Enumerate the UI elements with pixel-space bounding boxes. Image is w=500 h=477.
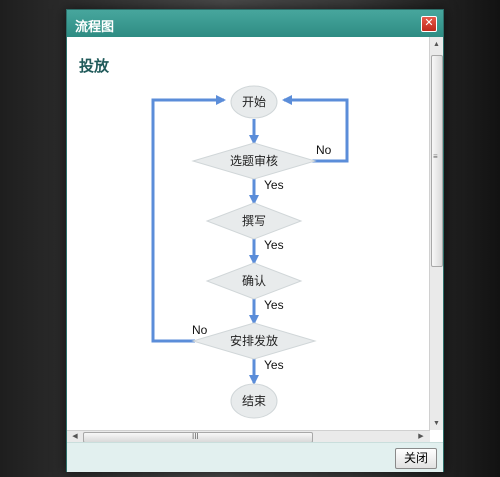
vertical-grip: ≡	[433, 152, 438, 161]
node-start-label: 开始	[242, 95, 266, 109]
dialog-content: 投放 开始 选题审核 撰写 确认 安排发放 结束 Yes Yes Yes Yes…	[67, 37, 443, 443]
dialog-footer: 关闭	[67, 442, 443, 472]
node-write-label: 撰写	[242, 214, 266, 228]
edge-label-no-review: No	[316, 143, 332, 157]
node-arrange-release-label: 安排发放	[230, 333, 278, 348]
close-icon[interactable]: ✕	[421, 16, 437, 32]
edge-label-yes-3: Yes	[264, 298, 284, 312]
node-topic-review-label: 选题审核	[230, 153, 278, 168]
node-end-label: 结束	[242, 394, 266, 408]
scroll-down-icon[interactable]: ▼	[430, 418, 443, 430]
edge-label-yes-2: Yes	[264, 238, 284, 252]
vertical-scrollbar[interactable]: ▲ ≡ ▼	[429, 37, 443, 430]
edge-label-yes-1: Yes	[264, 178, 284, 192]
node-confirm-label: 确认	[242, 274, 266, 288]
scroll-up-icon[interactable]: ▲	[430, 39, 443, 51]
vertical-scroll-thumb[interactable]: ≡	[431, 55, 443, 267]
edge-label-no-release: No	[192, 323, 208, 337]
close-button[interactable]: 关闭	[395, 448, 437, 469]
flowchart-diagram: 开始 选题审核 撰写 确认 安排发放 结束 Yes Yes Yes Yes No…	[151, 85, 349, 419]
horizontal-grip: III	[192, 432, 199, 441]
dialog-titlebar[interactable]: 流程图 ✕	[67, 10, 443, 37]
edge-label-yes-4: Yes	[264, 358, 284, 372]
dialog-title: 流程图	[75, 19, 115, 34]
flowchart-dialog: 流程图 ✕ 投放 开始 选题审核 撰写 确认 安排发放 结束 Yes Yes Y…	[66, 9, 444, 472]
